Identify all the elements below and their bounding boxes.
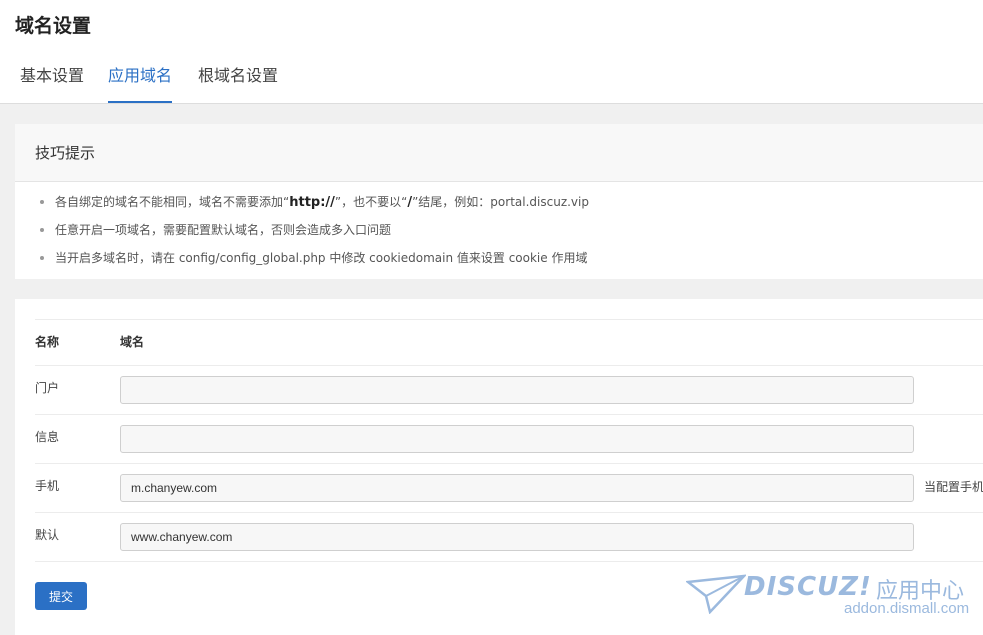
tips-panel: 技巧提示 各自绑定的域名不能相同，域名不需要添加“http://”，也不要以“/… [15, 124, 983, 279]
info-domain-input[interactable] [120, 425, 914, 453]
submit-button[interactable]: 提交 [35, 582, 87, 610]
table-header-row: 名称 域名 [35, 319, 983, 365]
tip-item: 任意开启一项域名，需要配置默认域名，否则会造成多入口问题 [15, 219, 983, 247]
table-row-divider [35, 561, 983, 562]
tab-root-domain-settings[interactable]: 根域名设置 [198, 56, 278, 103]
page-header: 域名设置 基本设置 应用域名 根域名设置 [0, 0, 983, 104]
row-label: 门户 [35, 381, 60, 395]
table-row-info: 信息 [35, 414, 983, 463]
page-title: 域名设置 [15, 15, 92, 37]
tip-item: 各自绑定的域名不能相同，域名不需要添加“http://”，也不要以“/”结尾，例… [15, 191, 983, 219]
portal-domain-input[interactable] [120, 376, 914, 404]
domain-form: 名称 域名 门户 信息 手机 当配置手机 默认 提交 [15, 299, 983, 635]
mobile-domain-input[interactable] [120, 474, 914, 502]
tab-app-domains[interactable]: 应用域名 [108, 56, 173, 103]
column-header-domain: 域名 [120, 335, 145, 349]
mobile-domain-hint: 当配置手机 [924, 480, 983, 494]
row-label: 信息 [35, 430, 60, 444]
default-domain-input[interactable] [120, 523, 914, 551]
table-row-portal: 门户 [35, 365, 983, 414]
table-row-default: 默认 [35, 512, 983, 561]
tip-item: 当开启多域名时，请在 config/config_global.php 中修改 … [15, 247, 983, 275]
tips-list: 各自绑定的域名不能相同，域名不需要添加“http://”，也不要以“/”结尾，例… [15, 182, 983, 275]
tab-basic-settings[interactable]: 基本设置 [20, 56, 84, 103]
row-label: 默认 [35, 528, 60, 542]
table-row-mobile: 手机 当配置手机 [35, 463, 983, 512]
column-header-name: 名称 [35, 335, 60, 349]
row-label: 手机 [35, 479, 60, 493]
tips-heading: 技巧提示 [15, 124, 983, 182]
